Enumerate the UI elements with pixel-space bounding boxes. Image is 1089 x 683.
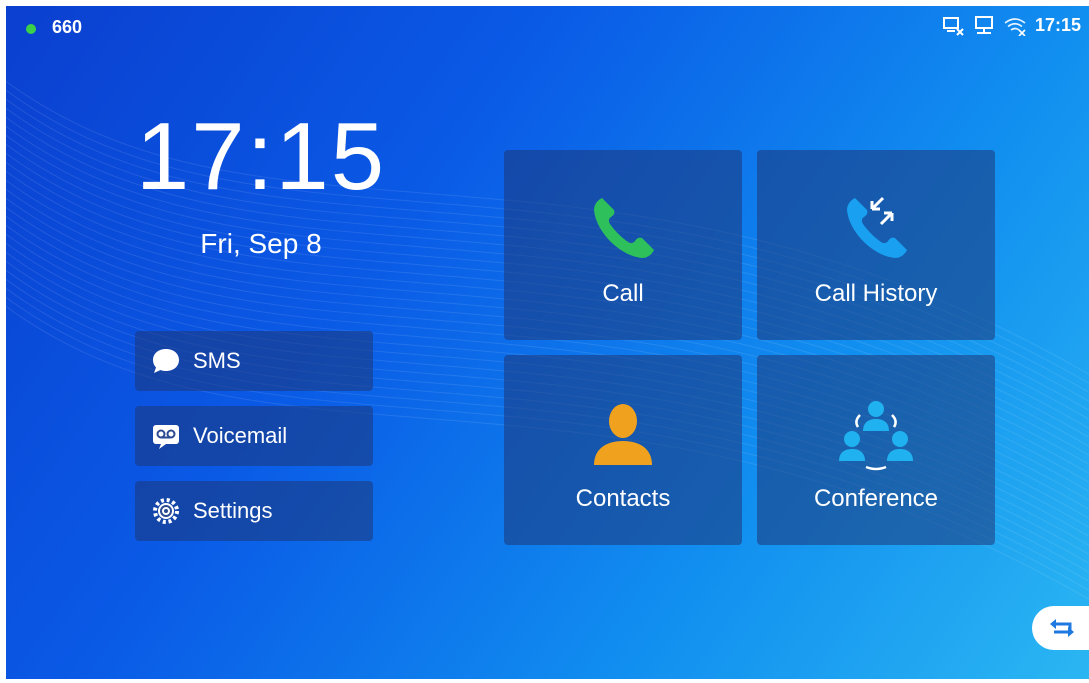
conference-tile[interactable]: Conference <box>757 355 995 545</box>
network-disconnected-icon <box>942 16 964 36</box>
online-status-dot <box>26 24 36 34</box>
voicemail-label: Voicemail <box>193 423 288 448</box>
conference-label: Conference <box>813 485 939 512</box>
conference-icon <box>839 401 913 471</box>
voicemail-button[interactable]: Voicemail <box>135 406 373 466</box>
switch-arrows-icon <box>1050 619 1074 637</box>
switch-page-button[interactable] <box>1032 606 1089 650</box>
call-history-tile[interactable]: Call History <box>757 150 995 340</box>
wifi-off-icon <box>1004 17 1026 36</box>
call-label: Call <box>602 280 644 307</box>
call-history-icon <box>847 196 907 258</box>
call-history-label: Call History <box>814 280 938 307</box>
settings-label: Settings <box>193 498 273 523</box>
status-bar: 660 17:15 <box>6 6 1089 50</box>
settings-button[interactable]: Settings <box>135 481 373 541</box>
settings-gear-icon <box>149 494 183 528</box>
call-tile[interactable]: Call <box>504 150 742 340</box>
sms-button[interactable]: SMS <box>135 331 373 391</box>
contacts-label: Contacts <box>575 485 671 512</box>
contact-person-icon <box>594 404 652 465</box>
sms-label: SMS <box>193 348 241 373</box>
status-icons: 17:15 <box>942 15 1081 36</box>
extension-number: 660 <box>52 17 83 37</box>
phone-icon <box>594 198 654 258</box>
sms-icon <box>149 344 183 378</box>
clock-date: Fri, Sep 8 <box>200 228 322 259</box>
status-time: 17:15 <box>1034 15 1081 35</box>
clock-time: 17:15 <box>135 103 387 210</box>
home-screen: 660 17:15 17:15 Fri, Sep 8 SMS Voicemail… <box>6 6 1089 679</box>
voicemail-icon <box>149 419 183 453</box>
computer-network-icon <box>974 15 993 34</box>
contacts-tile[interactable]: Contacts <box>504 355 742 545</box>
